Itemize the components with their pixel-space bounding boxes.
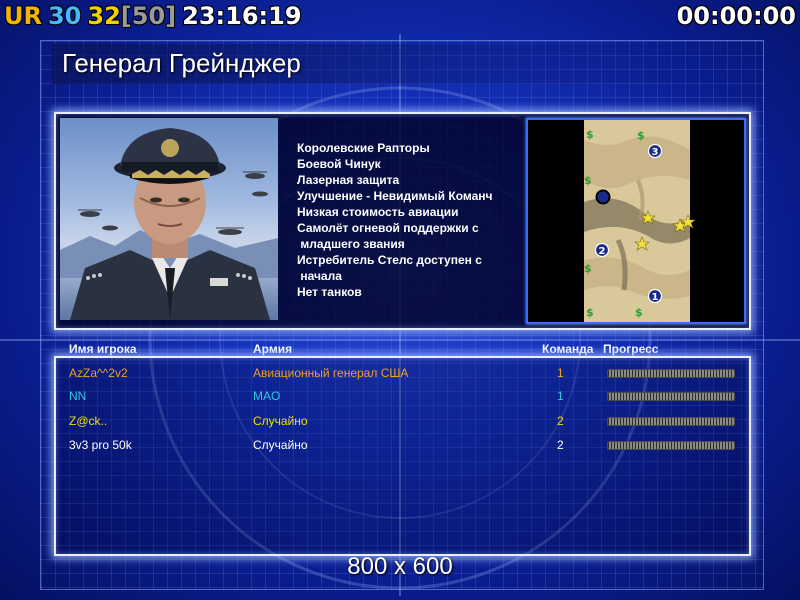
player-progress-bar (607, 441, 735, 450)
header-progress: Прогресс (603, 342, 659, 356)
perk-item: начала (297, 269, 342, 283)
player-name: AzZa^^2v2 (69, 366, 128, 380)
perk-item: младшего звания (297, 237, 405, 251)
player-team: 2 (557, 414, 564, 428)
perk-item: Улучшение - Невидимый Команч (297, 189, 493, 203)
player-row[interactable]: 3v3 pro 50k Случайно 2 (56, 434, 746, 456)
hud-current-fps: 32 (87, 2, 121, 30)
general-portrait (60, 118, 278, 320)
header-player-name: Имя игрока (69, 342, 137, 356)
resolution-label: 800 x 600 (347, 553, 453, 580)
minimap-start-1[interactable]: 1 (652, 292, 659, 303)
perk-item: Нет танков (297, 285, 362, 299)
svg-text:$: $ (637, 129, 645, 142)
player-army: Случайно (253, 414, 308, 428)
perk-item: Лазерная защита (297, 173, 400, 187)
player-army: MAO (253, 389, 281, 403)
player-name: Z@ck.. (69, 414, 108, 428)
svg-text:$: $ (635, 306, 643, 319)
svg-text:$: $ (584, 174, 592, 187)
hud-ur-label: UR (4, 2, 42, 30)
player-row[interactable]: Z@ck.. Случайно 2 (56, 410, 746, 432)
general-name: Генерал Грейнджер (62, 48, 301, 78)
minimap-start-3[interactable]: 3 (652, 147, 659, 158)
perk-item: Королевские Рапторы (297, 141, 430, 155)
perk-item: Боевой Чинук (297, 157, 381, 171)
hud-stats: UR 30 32[50] 23:16:19 (4, 2, 308, 30)
hud-timer: 00:00:00 (676, 2, 796, 30)
perk-item: Истребитель Стелс доступен с (297, 253, 482, 267)
player-team: 2 (557, 438, 564, 452)
player-team: 1 (557, 389, 564, 403)
player-name: 3v3 pro 50k (69, 438, 132, 452)
header-team: Команда (542, 342, 594, 356)
player-row[interactable]: NN MAO 1 (56, 385, 746, 407)
svg-text:$: $ (586, 128, 594, 141)
player-name: NN (69, 389, 87, 403)
hud-max-fps: [50] (120, 2, 177, 30)
player-progress-bar (607, 369, 735, 378)
svg-text:$: $ (584, 262, 592, 275)
hud-clock: 23:16:19 (182, 2, 302, 30)
perk-item: Низкая стоимость авиации (297, 205, 459, 219)
perk-item: Самолёт огневой поддержки с (297, 221, 479, 235)
hud-fps: 30 (47, 2, 82, 30)
svg-text:$: $ (586, 306, 594, 319)
player-progress-bar (607, 417, 735, 426)
minimap[interactable]: $ $ $ $ $ $ 3 2 1 (526, 118, 746, 324)
player-army: Случайно (253, 438, 308, 452)
general-perks-list: Королевские Рапторы Боевой Чинук Лазерна… (297, 140, 519, 300)
player-team: 1 (557, 366, 564, 380)
header-army: Армия (253, 342, 293, 356)
player-army: Авиационный генерал США (253, 366, 409, 380)
minimap-start-2[interactable]: 2 (599, 246, 606, 257)
player-progress-bar (607, 392, 735, 401)
player-row[interactable]: AzZa^^2v2 Авиационный генерал США 1 (56, 362, 746, 384)
